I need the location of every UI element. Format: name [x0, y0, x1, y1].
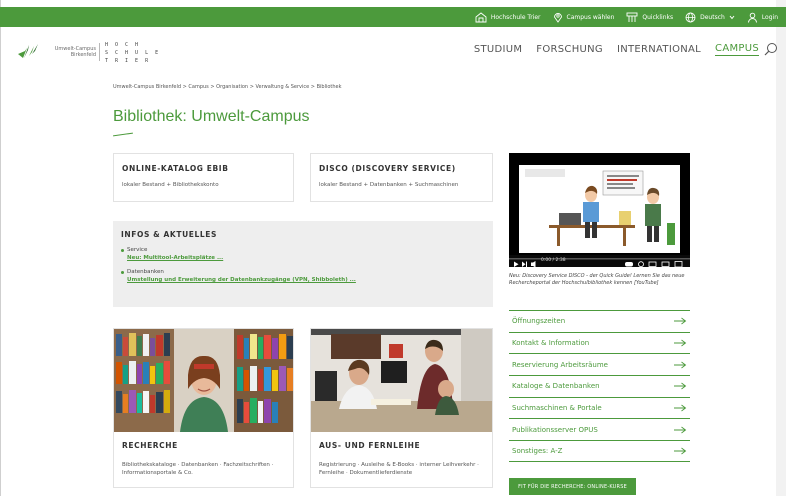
arrow-right-icon	[674, 426, 687, 434]
card-online-katalog[interactable]: ONLINE-KATALOG EBIB lokaler Bestand + Bi…	[113, 153, 294, 202]
topbar-label: Campus wählen	[566, 13, 615, 21]
library-counter-photo	[311, 329, 492, 432]
nav-international[interactable]: INTERNATIONAL	[617, 44, 701, 55]
link-kataloge[interactable]: Kataloge & Datenbanken	[509, 375, 690, 397]
infos-title: INFOS & AKTUELLES	[121, 230, 217, 239]
news-entry: Service Neu: Multitool-Arbeitsplätze ...	[121, 247, 485, 261]
video-time: 0:00 / 2:38	[541, 258, 566, 263]
page-title: Bibliothek: Umwelt-Campus	[113, 108, 310, 125]
building-icon	[475, 11, 487, 22]
link-opus[interactable]: Publikationsserver OPUS	[509, 418, 690, 440]
arrow-right-icon	[674, 339, 687, 347]
map-pin-icon	[553, 12, 562, 23]
news-link[interactable]: Neu: Multitool-Arbeitsplätze ...	[127, 255, 485, 261]
news-entry: Datenbanken Umstellung und Erweiterung d…	[121, 269, 485, 283]
library-shelves-photo	[114, 329, 293, 432]
quick-link-list: Öffnungszeiten Kontakt & Information Res…	[509, 310, 690, 462]
link-suchmaschinen[interactable]: Suchmaschinen & Portale	[509, 396, 690, 419]
online-kurse-button[interactable]: FIT FÜR DIE RECHERCHE: ONLINE-KURSE	[509, 478, 636, 495]
topbar-label: Login	[761, 13, 778, 21]
scrollbar-track[interactable]	[776, 0, 786, 496]
arrow-right-icon	[674, 383, 687, 390]
arrow-right-icon	[674, 404, 687, 412]
arrow-right-icon	[674, 317, 687, 325]
bullet-icon	[121, 248, 124, 252]
topbar-login[interactable]: Login	[747, 12, 778, 23]
topbar-label: Quicklinks	[642, 13, 674, 21]
card-title: ONLINE-KATALOG EBIB	[122, 164, 229, 173]
logo-divider	[99, 43, 100, 61]
topbar-label: Hochschule Trier	[490, 13, 541, 21]
link-kontakt[interactable]: Kontakt & Information	[509, 331, 690, 354]
card-recherche[interactable]: RECHERCHE Bibliothekskataloge · Datenban…	[113, 328, 294, 488]
breadcrumb[interactable]: Umwelt-Campus Birkenfeld > Campus > Orga…	[113, 84, 342, 90]
infos-aktuelles-box: INFOS & AKTUELLES Service Neu: Multitool…	[113, 221, 493, 307]
card-title: DISCO (DISCOVERY SERVICE)	[319, 164, 456, 173]
logo-hochschule-text: H O C H S C H U L E T R I E R	[105, 42, 161, 64]
link-sonstiges[interactable]: Sonstiges: A-Z	[509, 440, 690, 462]
logo-mark-icon	[18, 44, 38, 58]
card-subtitle: lokaler Bestand + Bibliothekskonto	[122, 182, 219, 188]
site-logo[interactable]: Umwelt-Campus Birkenfeld H O C H S C H U…	[17, 40, 161, 66]
link-oeffnungszeiten[interactable]: Öffnungszeiten	[509, 310, 690, 332]
arrow-right-icon	[674, 447, 687, 455]
news-link[interactable]: Umstellung und Erweiterung der Datenbank…	[127, 277, 485, 283]
card-aus-und-fernleihe[interactable]: AUS- UND FERNLEIHE Registrierung · Ausle…	[310, 328, 493, 488]
news-category: Datenbanken	[121, 269, 485, 275]
logo-campus-text: Umwelt-Campus Birkenfeld	[54, 46, 96, 58]
topbar-campus-waehlen[interactable]: Campus wählen	[553, 12, 615, 23]
main-navigation: STUDIUM FORSCHUNG INTERNATIONAL CAMPUS	[474, 43, 759, 56]
news-category: Service	[121, 247, 485, 253]
card-disco[interactable]: DISCO (DISCOVERY SERVICE) lokaler Bestan…	[310, 153, 493, 202]
top-utility-bar: Hochschule Trier Campus wählen Quicklink…	[0, 7, 786, 27]
video-caption: Neu: Discovery Service DISCO - der Quick…	[509, 273, 685, 286]
globe-icon	[685, 12, 696, 22]
topbar-hochschule-trier[interactable]: Hochschule Trier	[475, 11, 541, 23]
nav-forschung[interactable]: FORSCHUNG	[536, 44, 603, 55]
nav-campus[interactable]: CAMPUS	[715, 43, 759, 56]
search-icon[interactable]	[764, 42, 778, 56]
bullet-icon	[121, 270, 124, 274]
video-player[interactable]: 0:00 / 2:38	[509, 153, 690, 268]
quicklinks-icon	[626, 12, 638, 22]
arrow-right-icon	[674, 361, 687, 369]
video-thumbnail	[519, 165, 680, 253]
user-icon	[747, 12, 757, 23]
topbar-quicklinks[interactable]: Quicklinks	[626, 12, 673, 23]
link-reservierung[interactable]: Reservierung Arbeitsräume	[509, 353, 690, 375]
video-controls[interactable]: 0:00 / 2:38	[509, 255, 690, 268]
topbar-label: Deutsch	[700, 13, 725, 21]
card-subtitle: lokaler Bestand + Datenbanken + Suchmasc…	[319, 182, 459, 188]
nav-studium[interactable]: STUDIUM	[474, 44, 522, 55]
card-subtitle: Bibliothekskataloge · Datenbanken · Fach…	[122, 462, 274, 476]
card-title: AUS- UND FERNLEIHE	[319, 441, 421, 450]
card-subtitle: Registrierung · Ausleihe & E-Books · int…	[319, 462, 479, 476]
topbar-language[interactable]: Deutsch	[685, 12, 735, 23]
card-title: RECHERCHE	[122, 441, 178, 450]
chevron-down-icon	[729, 15, 735, 19]
